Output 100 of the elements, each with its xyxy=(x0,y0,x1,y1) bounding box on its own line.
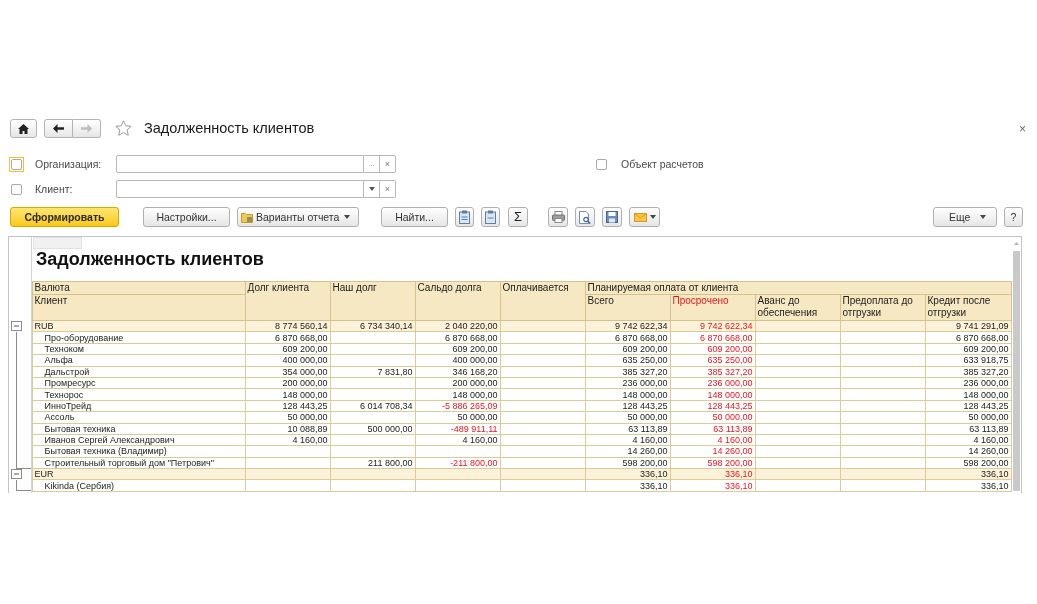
generate-button[interactable]: Сформировать xyxy=(10,207,119,227)
table-cell: 4 160,00 xyxy=(670,434,755,446)
window-title: Задолженность клиентов xyxy=(144,119,315,138)
document-magnifier-icon xyxy=(579,210,591,224)
printer-icon xyxy=(551,211,565,223)
field-label: Клиент: xyxy=(35,182,74,197)
checkbox[interactable] xyxy=(10,183,22,195)
table-cell: 609 200,00 xyxy=(245,343,330,355)
column-header: Кредит после отгрузки xyxy=(925,294,1012,321)
table-cell: 200 000,00 xyxy=(245,377,330,389)
table-cell: 63 113,89 xyxy=(925,423,1012,435)
table-cell: 598 200,00 xyxy=(585,457,670,469)
table-cell: 6 014 708,34 xyxy=(330,400,415,412)
report-variants-button[interactable]: Варианты отчета xyxy=(237,207,359,227)
group-cell: RUB xyxy=(32,320,245,332)
checkbox-label: Объект расчетов xyxy=(621,157,704,172)
caret-icon xyxy=(368,187,375,191)
caret-icon xyxy=(980,215,986,219)
table-cell: 211 800,00 xyxy=(330,457,415,469)
save-button[interactable] xyxy=(602,207,622,227)
clipboard-icon xyxy=(484,210,497,224)
close-button[interactable]: × xyxy=(1019,122,1026,135)
column-header: Аванс до обеспечения xyxy=(755,294,840,321)
table-cell: 609 200,00 xyxy=(585,343,670,355)
envelope-icon xyxy=(633,212,647,222)
table-cell: -5 886 265,09 xyxy=(415,400,500,412)
more-button[interactable]: Еще xyxy=(933,207,997,227)
table-cell: 336,10 xyxy=(925,468,1012,480)
table-cell: 128 443,25 xyxy=(245,400,330,412)
save-icon xyxy=(606,211,618,223)
back-button[interactable] xyxy=(44,119,73,138)
home-icon xyxy=(18,123,29,134)
table-cell: 128 443,25 xyxy=(925,400,1012,412)
table-cell: 385 327,20 xyxy=(670,366,755,378)
clipboard-icon xyxy=(458,210,471,224)
column-header: Клиент xyxy=(32,294,245,321)
table-cell: 609 200,00 xyxy=(670,343,755,355)
table-cell: 128 443,25 xyxy=(585,400,670,412)
table-cell: 385 327,20 xyxy=(925,366,1012,378)
preview-button[interactable] xyxy=(575,207,595,227)
scroll-up-icon[interactable] xyxy=(1013,242,1019,245)
table-cell: 236 000,00 xyxy=(670,377,755,389)
table-cell: 4 160,00 xyxy=(585,434,670,446)
table-cell: Иванов Сергей Александрович xyxy=(32,434,245,446)
input-field[interactable] xyxy=(116,180,364,198)
collapse-icon[interactable] xyxy=(11,321,22,332)
folder-icon xyxy=(241,211,254,223)
find-button[interactable]: Найти... xyxy=(381,207,448,227)
help-button[interactable]: ? xyxy=(1004,207,1023,227)
table-cell: 9 742 622,34 xyxy=(585,320,670,332)
column-header: Наш долг xyxy=(330,281,415,321)
table-cell: 9 742 622,34 xyxy=(670,320,755,332)
table-cell: Техноком xyxy=(32,343,245,355)
button-label: Варианты отчета xyxy=(256,210,340,225)
forward-arrow-icon xyxy=(81,124,92,133)
checkbox[interactable] xyxy=(596,158,607,170)
table-cell: 336,10 xyxy=(585,468,670,480)
column-header: Сальдо долга xyxy=(415,281,500,321)
group-cell: EUR xyxy=(32,468,245,480)
report-title: Задолженность клиентов xyxy=(36,249,265,269)
settings-button[interactable]: Настройки... xyxy=(143,207,230,227)
active-cell[interactable] xyxy=(33,237,82,249)
column-header: Предоплата до отгрузки xyxy=(840,294,925,321)
collapse-icon[interactable] xyxy=(11,469,22,480)
table-cell: -211 800,00 xyxy=(415,457,500,469)
column-group-header: Планируемая оплата от клиента xyxy=(585,281,1012,295)
table-cell: 200 000,00 xyxy=(415,377,500,389)
column-header: Валюта xyxy=(32,281,245,295)
home-button[interactable] xyxy=(10,119,37,138)
choose-button[interactable]: ... xyxy=(364,155,380,173)
print-button[interactable] xyxy=(548,207,568,227)
table-cell: 609 200,00 xyxy=(415,343,500,355)
table-cell: 4 160,00 xyxy=(245,434,330,446)
clear-button[interactable]: × xyxy=(380,155,396,173)
table-cell: 4 160,00 xyxy=(925,434,1012,446)
table-cell: 128 443,25 xyxy=(670,400,755,412)
back-arrow-icon xyxy=(53,124,64,133)
dropdown-button[interactable] xyxy=(364,180,380,198)
expand-button[interactable] xyxy=(455,207,474,227)
sum-button[interactable]: Σ xyxy=(508,207,528,227)
clear-button[interactable]: × xyxy=(380,180,396,198)
send-email-button[interactable] xyxy=(629,207,660,227)
table-cell: 354 000,00 xyxy=(245,366,330,378)
input-field[interactable] xyxy=(116,155,364,173)
table-cell: 7 831,80 xyxy=(330,366,415,378)
table-cell: 236 000,00 xyxy=(585,377,670,389)
table-cell: 10 088,89 xyxy=(245,423,330,435)
scrollbar-thumb[interactable] xyxy=(1012,251,1020,491)
caret-icon xyxy=(344,215,350,219)
table-cell: 336,10 xyxy=(670,468,755,480)
table-cell: 8 774 560,14 xyxy=(245,320,330,332)
table-cell: 609 200,00 xyxy=(925,343,1012,355)
table-cell: 2 040 220,00 xyxy=(415,320,500,332)
table-cell: -489 911,11 xyxy=(415,423,500,435)
collapse-button[interactable] xyxy=(481,207,500,227)
table-cell: 500 000,00 xyxy=(330,423,415,435)
column-header: Просрочено xyxy=(670,294,755,321)
star-icon[interactable] xyxy=(115,120,132,137)
table-cell: Промресурс xyxy=(32,377,245,389)
table-cell: Бытовая техника xyxy=(32,423,245,435)
